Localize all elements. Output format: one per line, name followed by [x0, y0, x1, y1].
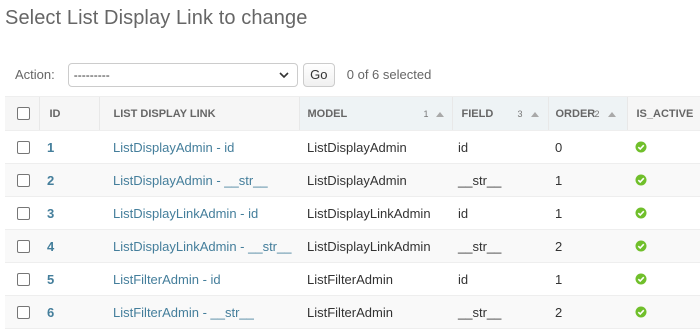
row-model: ListDisplayAdmin [307, 139, 407, 155]
checkmark-circle-icon [635, 141, 647, 153]
table-row: 4 ListDisplayLinkAdmin - __str__ ListDis… [5, 229, 700, 263]
go-button[interactable]: Go [302, 62, 335, 87]
row-field: id [458, 271, 469, 287]
row-list-display-link[interactable]: ListFilterAdmin - __str__ [113, 305, 254, 320]
select-all-header [5, 97, 39, 131]
row-id-link[interactable]: 3 [47, 206, 54, 221]
action-label: Action: [15, 67, 55, 82]
row-field: __str__ [458, 172, 502, 188]
row-select-checkbox[interactable] [17, 140, 30, 154]
row-list-display-link[interactable]: ListDisplayLinkAdmin - id [113, 206, 258, 221]
column-header-order-label: ORDER [555, 107, 596, 120]
select-all-checkbox[interactable] [17, 107, 30, 120]
row-select-checkbox[interactable] [17, 239, 30, 253]
sort-ascending-icon[interactable] [607, 110, 617, 118]
row-id-link[interactable]: 1 [47, 140, 54, 155]
table-row: 1 ListDisplayAdmin - id ListDisplayAdmin… [5, 130, 700, 164]
table-row: 5 ListFilterAdmin - id ListFilterAdmin i… [5, 262, 700, 296]
table-row: 3 ListDisplayLinkAdmin - id ListDisplayL… [5, 196, 700, 230]
row-field: __str__ [458, 238, 502, 254]
sort-priority-order: 2 [594, 109, 600, 119]
checkmark-circle-icon [635, 174, 647, 186]
chevron-down-icon [277, 68, 291, 82]
results-table-container: ID LIST DISPLAY LINK MODEL 1 FIELD 3 ORD… [5, 96, 700, 329]
row-id-link[interactable]: 5 [47, 272, 54, 287]
selection-counter: 0 of 6 selected [346, 67, 432, 82]
table-header-row: ID LIST DISPLAY LINK MODEL 1 FIELD 3 ORD… [5, 97, 700, 131]
column-header-is-active[interactable]: IS_ACTIVE [626, 97, 700, 131]
checkmark-circle-icon [635, 240, 647, 252]
table-row: 6 ListFilterAdmin - __str__ ListFilterAd… [5, 295, 700, 329]
row-field: id [458, 139, 469, 155]
row-order: 1 [555, 172, 563, 188]
row-order: 0 [555, 139, 563, 155]
sort-priority-field: 3 [517, 109, 523, 119]
row-select-checkbox[interactable] [17, 173, 30, 187]
checkmark-circle-icon [635, 207, 647, 219]
table-row: 2 ListDisplayAdmin - __str__ ListDisplay… [5, 163, 700, 197]
row-field: id [458, 205, 469, 221]
action-select[interactable]: --------- [67, 62, 298, 87]
actions-bar: Action: --------- Go 0 of 6 selected [5, 57, 700, 92]
row-list-display-link[interactable]: ListDisplayLinkAdmin - __str__ [113, 239, 291, 254]
sort-ascending-icon[interactable] [530, 110, 540, 118]
row-model: ListFilterAdmin [307, 304, 393, 320]
row-field: __str__ [458, 304, 502, 320]
row-order: 1 [555, 205, 563, 221]
action-select-value: --------- [73, 67, 110, 82]
column-header-field-label: FIELD [461, 107, 494, 120]
column-header-list-display-link[interactable]: LIST DISPLAY LINK [98, 97, 299, 131]
row-order: 2 [555, 238, 563, 254]
row-id-link[interactable]: 2 [47, 173, 54, 188]
column-header-model-label: MODEL [307, 107, 348, 120]
column-header-id-label: ID [49, 107, 61, 120]
row-select-checkbox[interactable] [17, 206, 30, 220]
row-model: ListDisplayAdmin [307, 172, 407, 188]
sort-ascending-icon[interactable] [435, 110, 445, 118]
row-id-link[interactable]: 4 [47, 239, 54, 254]
row-model: ListDisplayLinkAdmin [307, 205, 431, 221]
checkmark-circle-icon [635, 306, 647, 318]
row-list-display-link[interactable]: ListFilterAdmin - id [113, 272, 221, 287]
row-model: ListDisplayLinkAdmin [307, 238, 431, 254]
checkmark-circle-icon [635, 273, 647, 285]
row-order: 1 [555, 271, 563, 287]
page-title: Select List Display Link to change [5, 7, 308, 29]
row-model: ListFilterAdmin [307, 271, 393, 287]
row-select-checkbox[interactable] [17, 272, 30, 286]
column-header-field[interactable]: FIELD 3 [451, 97, 548, 131]
column-header-link-label: LIST DISPLAY LINK [113, 107, 216, 120]
column-header-order[interactable]: ORDER 2 [547, 97, 627, 131]
row-order: 2 [555, 304, 563, 320]
results-table: ID LIST DISPLAY LINK MODEL 1 FIELD 3 ORD… [5, 97, 700, 329]
row-select-checkbox[interactable] [17, 305, 30, 319]
column-header-id[interactable]: ID [38, 97, 99, 131]
row-id-link[interactable]: 6 [47, 305, 54, 320]
column-header-model[interactable]: MODEL 1 [298, 97, 452, 131]
row-list-display-link[interactable]: ListDisplayAdmin - __str__ [113, 173, 268, 188]
column-header-is-active-label: IS_ACTIVE [636, 107, 694, 120]
row-list-display-link[interactable]: ListDisplayAdmin - id [113, 140, 234, 155]
sort-priority-model: 1 [423, 109, 429, 119]
